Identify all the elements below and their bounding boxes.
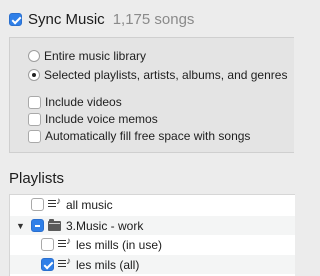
playlist-name: les mills (in use) (76, 237, 163, 252)
radio-selected-items[interactable] (28, 69, 40, 81)
radio-entire-library-option[interactable]: Entire music library (28, 48, 146, 64)
sync-music-row: Sync Music 1,175 songs (9, 9, 194, 29)
autofill-checkbox[interactable] (28, 129, 41, 143)
playlist-row-les-mills-in-use[interactable]: ♪ les mills (in use) (10, 235, 295, 254)
playlist-row-folder-work[interactable]: ▼ 3.Music - work (10, 216, 295, 235)
playlists-heading: Playlists (9, 170, 65, 187)
include-videos-option[interactable]: Include videos (28, 94, 122, 110)
radio-selected-items-label: Selected playlists, artists, albums, and… (44, 68, 288, 82)
radio-entire-library[interactable] (28, 50, 40, 62)
include-voice-memos-option[interactable]: Include voice memos (28, 111, 158, 127)
include-videos-label: Include videos (45, 95, 122, 109)
playlist-checkbox[interactable] (31, 198, 44, 211)
playlist-name: all music (66, 197, 113, 212)
sync-music-checkbox[interactable] (9, 12, 22, 26)
radio-entire-library-label: Entire music library (44, 49, 147, 63)
radio-selected-items-option[interactable]: Selected playlists, artists, albums, and… (28, 67, 287, 83)
folder-checkbox[interactable] (31, 219, 44, 232)
disclosure-triangle-icon[interactable]: ▼ (16, 221, 25, 231)
autofill-label: Automatically fill free space with songs (45, 129, 251, 143)
include-videos-checkbox[interactable] (28, 95, 41, 109)
folder-name: 3.Music - work (66, 218, 144, 233)
include-voice-memos-label: Include voice memos (45, 112, 158, 126)
playlist-row-les-mils-all[interactable]: ♪ les mils (all) (10, 255, 295, 274)
include-voice-memos-checkbox[interactable] (28, 112, 41, 126)
playlist-row-all-music[interactable]: ♪ all music (10, 195, 295, 214)
playlist-name: les mils (all) (76, 257, 140, 272)
autofill-option[interactable]: Automatically fill free space with songs (28, 128, 250, 144)
sync-options-panel: Entire music library Selected playlists,… (9, 37, 294, 153)
sync-music-title: Sync Music (28, 10, 105, 28)
playlist-list[interactable]: ♪ all music ▼ 3.Music - work ♪ les mills… (9, 194, 295, 276)
playlist-icon: ♪ (58, 257, 71, 270)
playlist-checkbox[interactable] (41, 258, 54, 271)
folder-icon (48, 218, 61, 231)
playlist-checkbox[interactable] (41, 238, 54, 251)
playlist-icon: ♪ (58, 237, 71, 250)
song-count: 1,175 songs (112, 10, 195, 28)
playlist-icon: ♪ (48, 197, 61, 210)
